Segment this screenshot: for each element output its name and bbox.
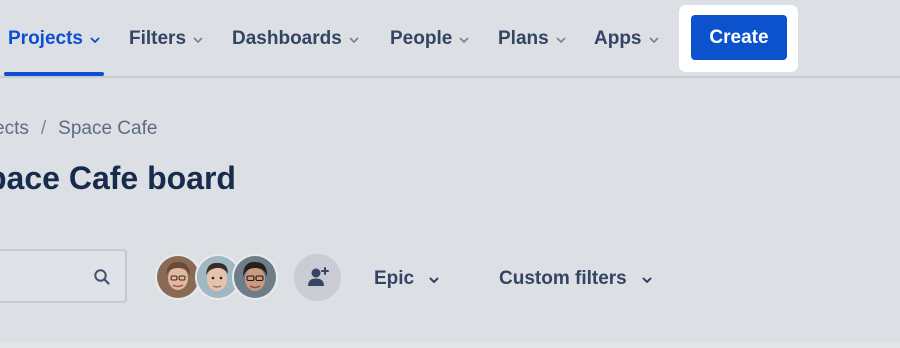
breadcrumb: ects / Space Cafe bbox=[0, 118, 157, 140]
chevron-down-icon bbox=[192, 34, 204, 46]
avatar-user-3[interactable] bbox=[232, 254, 278, 300]
custom-filters-label: Custom filters bbox=[499, 268, 627, 289]
nav-dashboards[interactable]: Dashboards bbox=[232, 26, 360, 52]
create-button[interactable]: Create bbox=[691, 15, 787, 60]
epic-filter-dropdown[interactable]: Epic bbox=[374, 266, 440, 292]
breadcrumb-item-space-cafe[interactable]: Space Cafe bbox=[58, 118, 157, 139]
nav-active-indicator bbox=[4, 72, 104, 76]
create-button-highlight: Create bbox=[679, 5, 798, 72]
nav-plans[interactable]: Plans bbox=[498, 26, 567, 52]
chevron-down-icon bbox=[348, 34, 360, 46]
top-navigation: Projects Filters Dashboards People Plans… bbox=[0, 0, 900, 78]
nav-people[interactable]: People bbox=[390, 26, 470, 52]
chevron-down-icon bbox=[641, 274, 653, 286]
nav-apps[interactable]: Apps bbox=[594, 26, 660, 52]
nav-apps-label: Apps bbox=[594, 28, 642, 49]
chevron-down-icon bbox=[458, 34, 470, 46]
search-input[interactable] bbox=[0, 249, 127, 303]
custom-filters-dropdown[interactable]: Custom filters bbox=[499, 266, 653, 292]
nav-plans-label: Plans bbox=[498, 28, 549, 49]
breadcrumb-separator: / bbox=[40, 118, 47, 139]
epic-filter-label: Epic bbox=[374, 268, 415, 289]
chevron-down-icon bbox=[648, 34, 660, 46]
nav-projects[interactable]: Projects bbox=[8, 26, 101, 52]
nav-people-label: People bbox=[390, 28, 453, 49]
chevron-down-icon bbox=[555, 34, 567, 46]
chevron-down-icon bbox=[428, 274, 440, 286]
nav-projects-label: Projects bbox=[8, 28, 83, 49]
nav-filters[interactable]: Filters bbox=[129, 26, 204, 52]
nav-filters-label: Filters bbox=[129, 28, 187, 49]
nav-dashboards-label: Dashboards bbox=[232, 28, 342, 49]
add-people-button[interactable] bbox=[294, 254, 341, 301]
board-area-edge bbox=[0, 342, 900, 348]
breadcrumb-item-projects[interactable]: ects bbox=[0, 118, 29, 139]
page-title: pace Cafe board bbox=[0, 160, 236, 196]
search-icon bbox=[93, 268, 111, 291]
chevron-down-icon bbox=[89, 34, 101, 46]
